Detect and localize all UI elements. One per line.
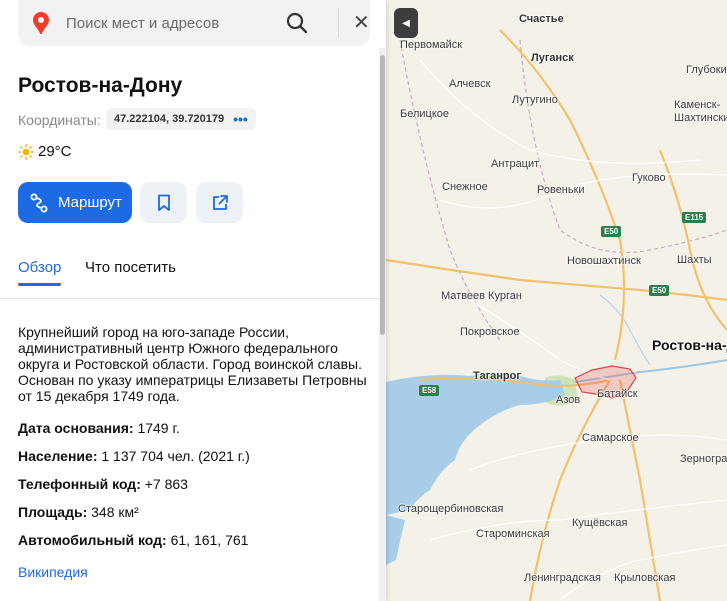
map-city-label[interactable]: Снежное <box>442 181 488 193</box>
more-icon[interactable]: ••• <box>233 112 248 126</box>
map-city-label[interactable]: Самарское <box>582 432 639 444</box>
search-bar: ✕ <box>18 0 370 46</box>
map-city-label[interactable]: Счастье <box>519 13 564 25</box>
map-city-label[interactable]: Лутугино <box>512 94 558 106</box>
tab-overview[interactable]: Обзор <box>18 259 61 276</box>
divider <box>0 298 379 299</box>
sun-icon <box>18 143 34 160</box>
fact-value: 1 137 704 чел. (2021 г.) <box>101 448 250 464</box>
share-icon <box>212 194 228 210</box>
map-city-label[interactable]: Староминская <box>476 528 550 540</box>
map-pin-icon <box>33 12 49 34</box>
route-button-label: Маршрут <box>58 194 122 211</box>
map-city-label[interactable]: Новошахтинск <box>567 255 641 267</box>
map-city-label[interactable]: Ровеньки <box>537 184 585 196</box>
map-city-label[interactable]: Батайск <box>597 388 638 400</box>
fact-row: Площадь: 348 км² <box>18 504 139 520</box>
fact-value: 61, 161, 761 <box>170 532 249 548</box>
fact-row: Телефонный код: +7 863 <box>18 476 188 492</box>
route-icon <box>30 193 48 212</box>
fact-value: 1749 г. <box>137 420 180 436</box>
map-city-label[interactable]: Белицкое <box>400 108 449 120</box>
fact-row: Население: 1 137 704 чел. (2021 г.) <box>18 448 250 464</box>
map-city-label[interactable]: Кущёвская <box>572 517 627 529</box>
map-city-label[interactable]: Зерноград <box>680 453 727 465</box>
triangle-left-icon: ◀ <box>402 17 410 29</box>
active-tab-indicator <box>18 283 61 286</box>
fact-key: Площадь: <box>18 504 88 520</box>
map-city-label[interactable]: Первомайск <box>400 39 462 51</box>
road-shield: E58 <box>419 385 440 396</box>
scrollbar-thumb[interactable] <box>380 55 385 335</box>
road-shield: E50 <box>649 285 670 296</box>
road-shield: E115 <box>682 212 707 223</box>
search-icon[interactable] <box>286 12 308 34</box>
wikipedia-link[interactable]: Википедия <box>18 564 88 580</box>
fact-value: 348 км² <box>91 504 139 520</box>
fact-row: Автомобильный код: 61, 161, 761 <box>18 532 248 548</box>
coordinates-text: 47.222104, 39.720179 <box>114 113 225 125</box>
place-panel: ✕ Ростов-на-Дону Координаты: 47.222104, … <box>0 0 386 601</box>
map-city-label[interactable]: Антрацит <box>491 158 539 170</box>
map-city-label[interactable]: Ленинградская <box>524 572 601 584</box>
bookmark-icon <box>157 194 170 211</box>
weather: 29°C <box>18 143 72 160</box>
tab-what-to-visit[interactable]: Что посетить <box>85 259 176 276</box>
collapse-panel-button[interactable]: ◀ <box>394 8 418 38</box>
map-city-label[interactable]: Луганск <box>531 52 574 64</box>
map-city-label[interactable]: Глубокий <box>686 64 727 76</box>
map-city-label[interactable]: Азов <box>556 394 580 406</box>
map-city-label[interactable]: Гуково <box>632 172 666 184</box>
bookmark-button[interactable] <box>140 182 187 223</box>
road-shield: E50 <box>601 226 622 237</box>
map-city-label[interactable]: Крыловская <box>614 572 675 584</box>
coordinates-value[interactable]: 47.222104, 39.720179 ••• <box>106 108 256 130</box>
map-city-label[interactable]: Алчевск <box>449 78 490 90</box>
map-city-label[interactable]: Таганрог <box>473 370 521 382</box>
map-city-label[interactable]: Матвеев Курган <box>441 290 522 302</box>
close-icon[interactable]: ✕ <box>353 13 370 33</box>
page-title: Ростов-на-Дону <box>18 74 183 97</box>
fact-key: Дата основания: <box>18 420 134 436</box>
map-city-label[interactable]: Каменск-Шахтинский <box>674 99 727 125</box>
map-city-label[interactable]: Покровское <box>460 326 519 338</box>
coordinates-label: Координаты: <box>18 112 101 128</box>
fact-key: Население: <box>18 448 98 464</box>
fact-key: Телефонный код: <box>18 476 141 492</box>
temperature: 29°C <box>38 143 72 160</box>
search-divider <box>338 8 339 38</box>
selected-place-label[interactable]: Ростов-на-Дону <box>652 337 727 353</box>
place-description: Крупнейший город на юго-западе России, а… <box>18 324 367 404</box>
map-city-label[interactable]: Шахты <box>677 254 712 266</box>
map-city-label[interactable]: Старощербиновская <box>398 503 503 515</box>
route-button[interactable]: Маршрут <box>18 182 132 223</box>
fact-value: +7 863 <box>144 476 188 492</box>
fact-row: Дата основания: 1749 г. <box>18 420 180 436</box>
fact-key: Автомобильный код: <box>18 532 167 548</box>
search-input[interactable] <box>66 12 286 34</box>
share-button[interactable] <box>196 182 243 223</box>
